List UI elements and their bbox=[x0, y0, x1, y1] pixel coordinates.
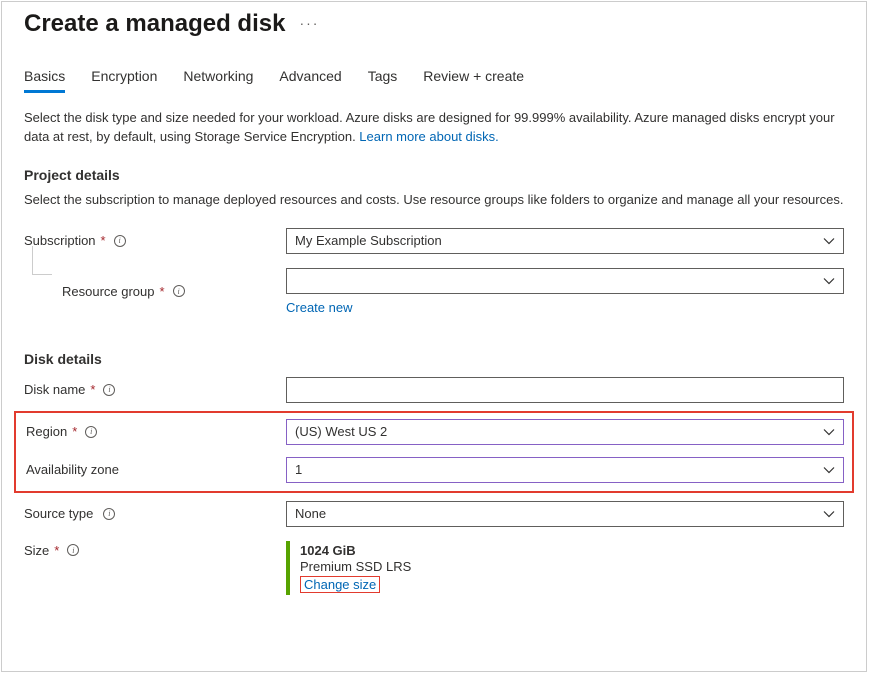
availability-zone-label: Availability zone bbox=[24, 462, 286, 477]
resource-group-select[interactable] bbox=[286, 268, 844, 294]
region-select[interactable]: (US) West US 2 bbox=[286, 419, 844, 445]
info-icon[interactable]: i bbox=[103, 384, 115, 396]
region-value: (US) West US 2 bbox=[295, 424, 387, 439]
source-type-row: Source type i None bbox=[24, 501, 844, 527]
region-label-text: Region bbox=[26, 424, 67, 439]
disk-name-input[interactable] bbox=[286, 377, 844, 403]
source-type-label-text: Source type bbox=[24, 506, 93, 521]
size-value: 1024 GiB bbox=[300, 543, 844, 558]
info-icon[interactable]: i bbox=[85, 426, 97, 438]
resource-group-label: Resource group * i bbox=[24, 284, 286, 299]
chevron-down-icon bbox=[823, 426, 835, 438]
size-label-text: Size bbox=[24, 543, 49, 558]
required-indicator: * bbox=[90, 382, 95, 397]
subscription-select[interactable]: My Example Subscription bbox=[286, 228, 844, 254]
disk-name-label-text: Disk name bbox=[24, 382, 85, 397]
intro-text: Select the disk type and size needed for… bbox=[24, 109, 844, 147]
subscription-value: My Example Subscription bbox=[295, 233, 442, 248]
tab-encryption[interactable]: Encryption bbox=[91, 68, 157, 93]
chevron-down-icon bbox=[823, 508, 835, 520]
required-indicator: * bbox=[54, 543, 59, 558]
chevron-down-icon bbox=[823, 235, 835, 247]
required-indicator: * bbox=[101, 233, 106, 248]
source-type-label: Source type i bbox=[24, 506, 286, 521]
disk-name-row: Disk name * i bbox=[24, 377, 844, 403]
size-tier: Premium SSD LRS bbox=[300, 559, 844, 574]
project-details-heading: Project details bbox=[24, 167, 844, 183]
region-row: Region * i (US) West US 2 bbox=[24, 419, 844, 445]
project-details-desc: Select the subscription to manage deploy… bbox=[24, 191, 844, 210]
disk-details-heading: Disk details bbox=[24, 351, 844, 367]
resource-group-row: Resource group * i Create new bbox=[24, 268, 844, 315]
required-indicator: * bbox=[160, 284, 165, 299]
learn-more-link[interactable]: Learn more about disks. bbox=[359, 129, 498, 144]
tab-review[interactable]: Review + create bbox=[423, 68, 524, 93]
size-summary: 1024 GiB Premium SSD LRS Change size bbox=[286, 541, 844, 595]
subscription-label-text: Subscription bbox=[24, 233, 96, 248]
availability-zone-value: 1 bbox=[295, 462, 302, 477]
region-label: Region * i bbox=[24, 424, 286, 439]
subscription-label: Subscription * i bbox=[24, 233, 286, 248]
info-icon[interactable]: i bbox=[103, 508, 115, 520]
availability-zone-label-text: Availability zone bbox=[26, 462, 119, 477]
region-zone-highlight: Region * i (US) West US 2 Availability z… bbox=[14, 411, 854, 493]
required-indicator: * bbox=[72, 424, 77, 439]
create-managed-disk-panel: Create a managed disk ··· Basics Encrypt… bbox=[1, 1, 867, 672]
tab-bar: Basics Encryption Networking Advanced Ta… bbox=[24, 68, 844, 93]
page-title: Create a managed disk bbox=[24, 10, 285, 38]
more-actions-icon[interactable]: ··· bbox=[299, 16, 319, 32]
chevron-down-icon bbox=[823, 275, 835, 287]
info-icon[interactable]: i bbox=[114, 235, 126, 247]
source-type-value: None bbox=[295, 506, 326, 521]
size-row: Size * i 1024 GiB Premium SSD LRS Change… bbox=[24, 541, 844, 595]
tab-tags[interactable]: Tags bbox=[368, 68, 398, 93]
panel-header: Create a managed disk ··· bbox=[24, 10, 844, 38]
info-icon[interactable]: i bbox=[173, 285, 185, 297]
size-label: Size * i bbox=[24, 541, 286, 558]
tab-advanced[interactable]: Advanced bbox=[279, 68, 341, 93]
availability-zone-select[interactable]: 1 bbox=[286, 457, 844, 483]
availability-zone-row: Availability zone 1 bbox=[24, 457, 844, 483]
change-size-link[interactable]: Change size bbox=[300, 576, 380, 593]
tab-networking[interactable]: Networking bbox=[183, 68, 253, 93]
disk-name-label: Disk name * i bbox=[24, 382, 286, 397]
chevron-down-icon bbox=[823, 464, 835, 476]
source-type-select[interactable]: None bbox=[286, 501, 844, 527]
create-new-link[interactable]: Create new bbox=[286, 300, 844, 315]
info-icon[interactable]: i bbox=[67, 544, 79, 556]
resource-group-label-text: Resource group bbox=[62, 284, 155, 299]
tab-basics[interactable]: Basics bbox=[24, 68, 65, 93]
subscription-row: Subscription * i My Example Subscription bbox=[24, 228, 844, 254]
